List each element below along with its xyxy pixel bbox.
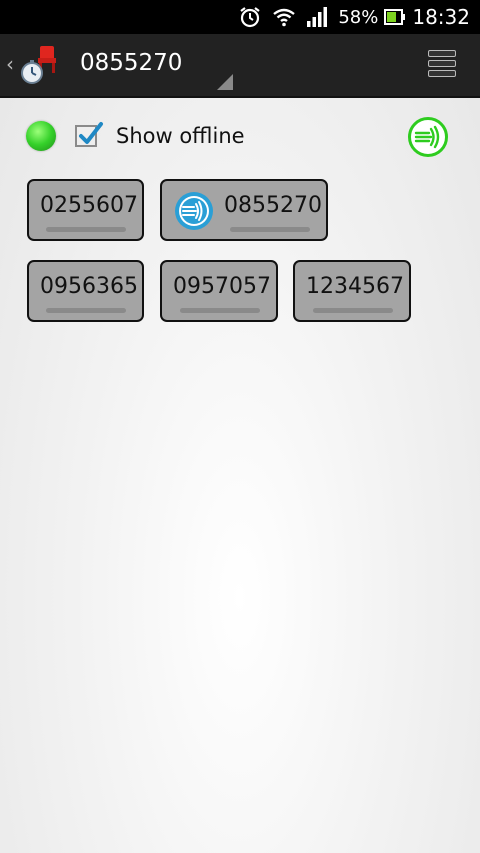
contact-number: 0255607 — [40, 193, 138, 218]
contact-status-bar — [230, 227, 310, 232]
contact-status-bar — [46, 227, 126, 232]
action-bar: ‹ 0855270 — [0, 34, 480, 98]
app-logo-icon[interactable] — [16, 42, 62, 88]
contact-tile-0855270[interactable]: 0855270 — [160, 179, 328, 241]
show-offline-label[interactable]: Show offline — [116, 124, 245, 148]
contact-tile-1234567[interactable]: 1234567 — [293, 260, 411, 322]
checkmark-icon — [79, 122, 103, 144]
contact-avatar-icon — [174, 191, 214, 231]
signal-icon — [306, 7, 328, 27]
back-caret-icon[interactable]: ‹ — [6, 52, 14, 76]
show-offline-checkbox[interactable] — [75, 122, 103, 147]
push-to-talk-icon[interactable] — [407, 116, 449, 158]
contact-number: 0956365 — [40, 274, 138, 299]
clock: 18:32 — [412, 5, 470, 29]
battery-percent: 58% — [338, 6, 379, 28]
contact-number: 0855270 — [224, 193, 322, 218]
battery-icon — [384, 9, 406, 25]
spinner-indicator-icon — [217, 74, 233, 90]
presence-status-indicator[interactable] — [26, 121, 56, 151]
status-bar: 58% 18:32 — [0, 0, 480, 34]
contact-status-bar — [313, 308, 393, 313]
contact-status-bar — [180, 308, 260, 313]
contact-tile-0255607[interactable]: 0255607 — [27, 179, 144, 241]
alarm-icon — [238, 5, 262, 29]
menu-icon[interactable] — [428, 50, 458, 80]
wifi-icon — [272, 7, 296, 27]
contact-number: 1234567 — [306, 274, 404, 299]
contact-status-bar — [46, 308, 126, 313]
contact-tile-0956365[interactable]: 0956365 — [27, 260, 144, 322]
contact-tile-0957057[interactable]: 0957057 — [160, 260, 278, 322]
current-user-spinner[interactable]: 0855270 — [80, 50, 182, 76]
contact-number: 0957057 — [173, 274, 271, 299]
